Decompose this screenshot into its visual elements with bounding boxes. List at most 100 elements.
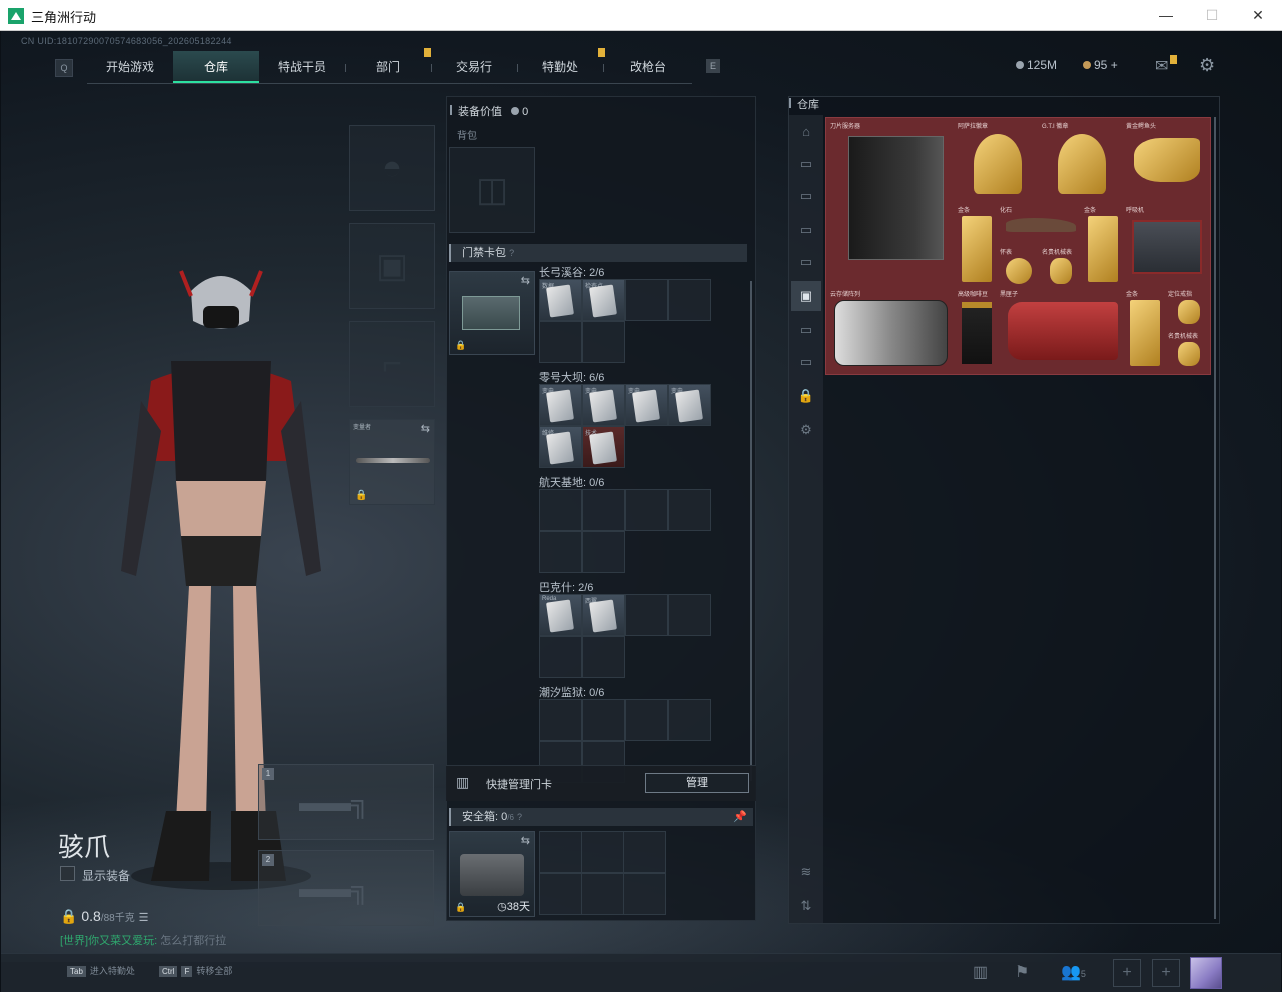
warehouse-filter-all-icon[interactable]: ⌂: [791, 117, 821, 147]
transfer-all-hint[interactable]: Ctrl F 转移全部: [159, 964, 232, 977]
tab-operators[interactable]: 特战干员: [259, 51, 345, 83]
safebox-cell[interactable]: [581, 873, 624, 915]
keycard-empty-cell[interactable]: [625, 699, 668, 741]
minimize-button[interactable]: —: [1143, 0, 1189, 30]
keycard-item[interactable]: 变电: [582, 384, 625, 426]
keycard-empty-cell[interactable]: [539, 699, 582, 741]
keycard-item[interactable]: 变电: [668, 384, 711, 426]
keycard-empty-cell[interactable]: [668, 279, 711, 321]
chat-line[interactable]: [世界]你又菜又爱玩: 怎么打都行拉: [60, 932, 226, 948]
safebox-cell[interactable]: [623, 831, 666, 873]
avatar[interactable]: [1190, 957, 1222, 989]
safebox-slot[interactable]: ⇆ 🔒 ◷38天: [449, 831, 535, 917]
keycard-empty-cell[interactable]: [582, 489, 625, 531]
swap-icon[interactable]: ⇆: [421, 422, 430, 435]
layers-icon[interactable]: ≋: [791, 857, 821, 887]
keycard-empty-cell[interactable]: [582, 531, 625, 573]
stats-icon[interactable]: ▥: [973, 962, 988, 982]
mail-icon[interactable]: ✉: [1155, 56, 1168, 76]
friends-icon[interactable]: 👥5: [1061, 962, 1086, 982]
help-icon[interactable]: ?: [509, 248, 514, 258]
help-icon[interactable]: ?: [517, 812, 522, 822]
ventilator-item[interactable]: 呼吸机: [1124, 204, 1210, 288]
keycard-empty-cell[interactable]: [625, 594, 668, 636]
middle-scrollbar[interactable]: [750, 281, 752, 781]
flag-icon[interactable]: ⚑: [1015, 962, 1029, 982]
tab-trade[interactable]: 交易行: [431, 51, 517, 83]
tab-special-ops[interactable]: 特勤处: [517, 51, 603, 83]
warehouse-filter-icon[interactable]: ▭: [791, 215, 821, 245]
locator-ring-item[interactable]: 定位戒指: [1166, 288, 1210, 330]
safebox-cell[interactable]: [539, 831, 582, 873]
show-equipment-checkbox[interactable]: [60, 866, 75, 881]
tab-gunsmith[interactable]: 改枪台: [603, 51, 693, 83]
add-coin-button[interactable]: +: [1111, 58, 1118, 72]
warehouse-scrollbar[interactable]: [1214, 117, 1216, 919]
keycard-item[interactable]: 变电: [625, 384, 668, 426]
sort-icon[interactable]: ⇅: [791, 891, 821, 921]
coffee-beans-item[interactable]: 高级咖啡豆: [956, 288, 998, 372]
keycard-item[interactable]: 变电: [539, 384, 582, 426]
nav-next-icon[interactable]: E: [706, 59, 720, 73]
armor-slot[interactable]: ▣: [349, 223, 435, 309]
primary-weapon-slot[interactable]: 1 ▬▬╗: [258, 764, 434, 840]
backpack-slot[interactable]: ◫: [449, 147, 535, 233]
safebox-cell[interactable]: [581, 831, 624, 873]
asala-badge-item[interactable]: 阿萨拉徽章: [956, 120, 1040, 204]
money-display[interactable]: 125M: [1016, 58, 1057, 72]
swap-icon[interactable]: ⇆: [521, 834, 530, 847]
cloud-storage-item[interactable]: 云存储阵列: [828, 288, 954, 372]
luxury-watch-item[interactable]: 名贵机械表: [1166, 330, 1210, 372]
tab-warehouse[interactable]: 仓库: [173, 51, 259, 83]
keycard-empty-cell[interactable]: [582, 321, 625, 363]
coin-display[interactable]: 95 +: [1083, 58, 1118, 72]
keycard-empty-cell[interactable]: [668, 489, 711, 531]
helmet-slot[interactable]: ◓: [349, 125, 435, 211]
gold-crocodile-item[interactable]: 黄金鳄鱼头: [1124, 120, 1210, 204]
keycard-item[interactable]: 维修: [539, 426, 582, 468]
list-icon[interactable]: ☰: [139, 912, 149, 924]
keycard-item[interactable]: 检查点: [582, 279, 625, 321]
settings-gear-icon[interactable]: ⚙: [791, 415, 821, 445]
safebox-cell[interactable]: [539, 873, 582, 915]
keycard-empty-cell[interactable]: [668, 594, 711, 636]
keycard-empty-cell[interactable]: [668, 699, 711, 741]
keycard-empty-cell[interactable]: [625, 279, 668, 321]
keycard-empty-cell[interactable]: [582, 636, 625, 678]
fossil-item[interactable]: 化石: [998, 204, 1082, 244]
tab-department[interactable]: 部门: [345, 51, 431, 83]
keycard-empty-cell[interactable]: [539, 636, 582, 678]
keycard-bag-slot[interactable]: ⇆ 🔒: [449, 271, 535, 355]
tab-start-game[interactable]: 开始游戏: [87, 51, 173, 83]
gti-badge-item[interactable]: G.T.I 徽章: [1040, 120, 1124, 204]
keycard-item[interactable]: Reda: [539, 594, 582, 636]
keycard-empty-cell[interactable]: [625, 489, 668, 531]
melee-slot[interactable]: 变量者 ⇆ 🔒: [349, 419, 435, 505]
pin-icon[interactable]: 📌: [733, 808, 747, 826]
manage-button[interactable]: 管理: [645, 773, 749, 793]
keycard-empty-cell[interactable]: [582, 699, 625, 741]
keycard-item[interactable]: 数据: [539, 279, 582, 321]
invite-slot-button[interactable]: +: [1113, 959, 1141, 987]
black-box-item[interactable]: 黑匣子: [998, 288, 1124, 372]
lock-icon[interactable]: 🔒: [791, 381, 821, 411]
swap-icon[interactable]: ⇆: [521, 274, 530, 287]
settings-gear-icon[interactable]: ⚙: [1199, 55, 1215, 76]
enter-special-ops-hint[interactable]: Tab 进入特勤处: [67, 964, 135, 977]
invite-slot-button[interactable]: +: [1152, 959, 1180, 987]
gold-bar-item[interactable]: 金条: [1082, 204, 1124, 288]
pistol-slot[interactable]: ⌐: [349, 321, 435, 407]
secondary-weapon-slot[interactable]: 2 ▬▬╗: [258, 850, 434, 926]
keycard-item[interactable]: 技术: [582, 426, 625, 468]
close-button[interactable]: ✕: [1235, 0, 1281, 30]
gold-bar-item[interactable]: 金条: [1124, 288, 1166, 372]
warehouse-filter-icon[interactable]: ▭: [791, 347, 821, 377]
keycard-item[interactable]: 西翼: [582, 594, 625, 636]
warehouse-filter-icon[interactable]: ▭: [791, 315, 821, 345]
warehouse-filter-icon[interactable]: ▭: [791, 149, 821, 179]
luxury-watch-item[interactable]: 名贵机械表: [1040, 246, 1082, 288]
maximize-button[interactable]: ☐: [1189, 0, 1235, 30]
warehouse-filter-icon[interactable]: ▭: [791, 181, 821, 211]
safebox-cell[interactable]: [623, 873, 666, 915]
keycard-empty-cell[interactable]: [539, 531, 582, 573]
